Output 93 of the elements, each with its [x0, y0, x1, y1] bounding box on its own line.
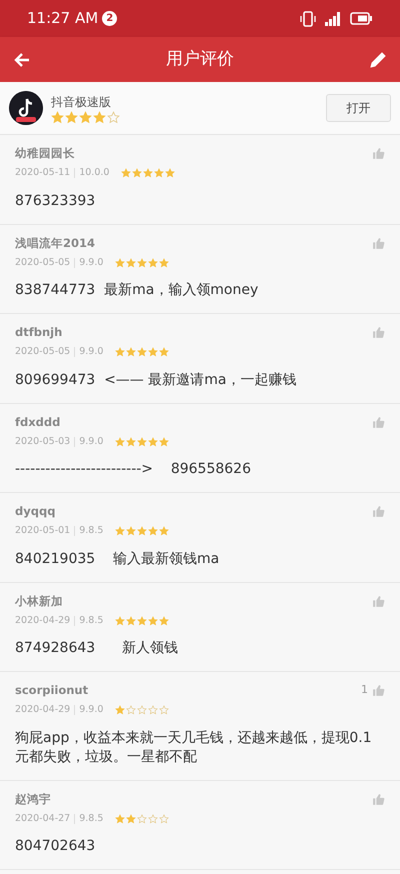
notification-count: 2 — [102, 11, 118, 26]
review-date: 2020-04-29 — [15, 614, 70, 628]
app-version: 9.9.0 — [79, 703, 104, 718]
app-version: 9.8.5 — [79, 614, 104, 628]
vibrate-icon — [300, 10, 316, 26]
star-icon — [137, 436, 148, 447]
app-icon — [9, 91, 43, 125]
star-icon — [51, 110, 64, 124]
reviewer-name: scorpiionut — [15, 682, 88, 699]
reviewer-name: dtfbnjh — [15, 324, 62, 341]
review-text: 804702643 — [15, 837, 96, 856]
review-date: 2020-05-01 — [15, 524, 70, 538]
review-date: 2020-04-27 — [15, 812, 70, 826]
status-time: 11:27 AM — [27, 8, 98, 30]
star-icon — [115, 436, 126, 447]
star-icon — [126, 347, 136, 358]
app-version: 10.0.0 — [79, 166, 110, 180]
empty-star-icon — [148, 705, 158, 716]
review-text: -------------------------> 896558626 — [15, 460, 252, 479]
thumbs-up-icon[interactable] — [372, 505, 385, 518]
star-icon — [93, 110, 106, 124]
star-icon — [137, 347, 148, 358]
star-icon — [126, 616, 136, 626]
star-icon — [132, 168, 142, 178]
star-icon — [115, 258, 126, 268]
app-version: 9.9.0 — [79, 434, 104, 449]
signal-icon — [324, 12, 342, 26]
star-icon — [159, 526, 170, 536]
star-icon — [148, 347, 158, 358]
review-text: 840219035 输入最新领钱ma — [15, 550, 220, 568]
star-icon — [115, 616, 126, 626]
empty-star-icon — [148, 814, 158, 824]
review-text: 876323393 — [15, 192, 96, 210]
star-icon — [159, 258, 170, 268]
thumbs-up-icon[interactable] — [372, 594, 385, 608]
battery-icon — [350, 12, 372, 25]
review-date: 2020-05-05 — [15, 345, 70, 360]
review-text: 狗屁app，收益本来就一天几毛钱，还越来越低，提现0.1元都失败，垃圾。一星都不配 — [15, 728, 373, 766]
star-icon — [126, 814, 136, 824]
like-count: 1 — [361, 682, 368, 698]
review-date: 2020-05-03 — [15, 434, 70, 449]
review-text: 874928643 新人领钱 — [15, 639, 179, 658]
pencil-icon[interactable] — [368, 50, 388, 70]
star-icon — [137, 526, 148, 536]
star-icon — [126, 436, 136, 447]
star-icon — [148, 526, 158, 536]
star-icon — [165, 168, 176, 178]
star-icon — [126, 258, 136, 268]
page-title: 用户评价 — [166, 48, 234, 71]
review-date: 2020-05-11 — [15, 166, 70, 180]
app-version: 9.8.5 — [79, 812, 104, 826]
star-icon — [137, 258, 148, 268]
thumbs-up-icon[interactable] — [372, 147, 385, 160]
star-icon — [115, 705, 126, 716]
review-text: 838744773 最新ma，输入领money — [15, 281, 260, 300]
star-icon — [148, 616, 158, 626]
review-date: 2020-04-29 — [15, 703, 70, 718]
star-icon — [115, 814, 126, 824]
star-icon — [143, 168, 154, 178]
star-icon — [137, 616, 148, 626]
star-icon — [154, 168, 164, 178]
reviewer-name: 幼稚园园长 — [15, 145, 75, 162]
star-icon — [159, 436, 170, 447]
app-version: 9.9.0 — [79, 345, 104, 360]
review-date: 2020-05-05 — [15, 256, 70, 270]
review-text: 809699473 <—— 最新邀请ma，一起赚钱 — [15, 370, 298, 390]
app-version: 9.9.0 — [79, 256, 104, 270]
reviewer-name: fdxddd — [15, 414, 60, 430]
star-icon — [148, 436, 158, 447]
reviewer-name: dyqqq — [15, 503, 56, 520]
star-icon — [148, 258, 158, 268]
star-icon — [79, 110, 92, 124]
app-name: 抖音极速版 — [51, 94, 112, 110]
app-version: 9.8.5 — [79, 524, 104, 538]
empty-star-icon — [159, 705, 170, 716]
open-button[interactable]: 打开 — [326, 94, 391, 122]
reviewer-name: 赵鸿宇 — [15, 790, 51, 808]
reviewer-name: 小林新加 — [15, 592, 63, 610]
thumbs-up-icon[interactable] — [372, 792, 385, 806]
star-icon — [126, 526, 136, 536]
thumbs-up-icon[interactable] — [372, 326, 385, 340]
reviewer-name: 浅唱流年2014 — [15, 234, 96, 252]
star-icon — [159, 616, 170, 626]
star-icon — [115, 347, 126, 358]
star-icon — [65, 110, 78, 124]
star-icon — [159, 347, 170, 358]
thumbs-up-icon[interactable] — [372, 684, 385, 698]
thumbs-up-icon[interactable] — [372, 416, 385, 429]
empty-star-icon — [159, 814, 170, 824]
star-icon — [115, 526, 126, 536]
star-icon — [121, 168, 132, 178]
thumbs-up-icon[interactable] — [372, 236, 385, 250]
empty-star-icon — [137, 705, 148, 716]
